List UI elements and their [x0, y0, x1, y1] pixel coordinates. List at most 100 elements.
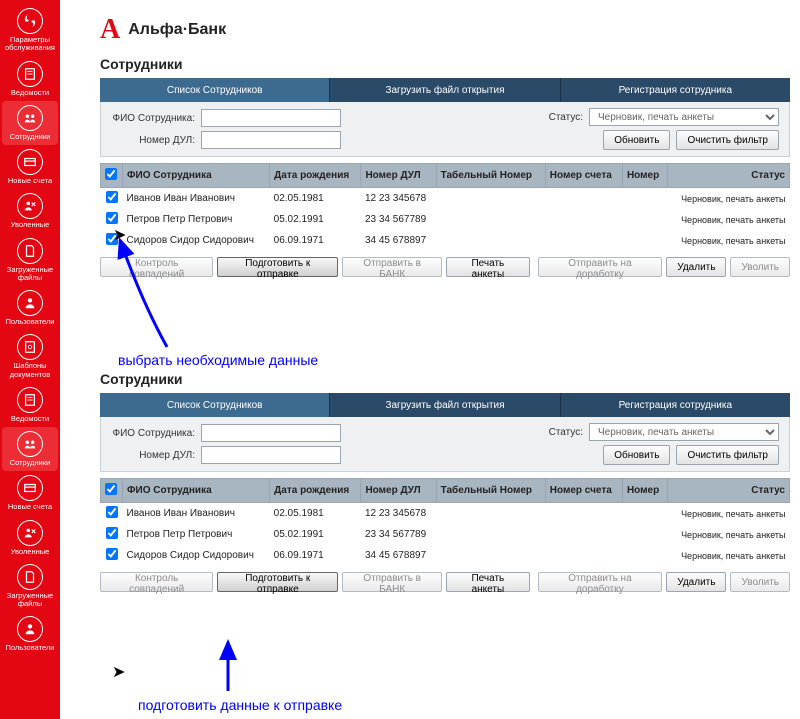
select-all-2[interactable]: [105, 483, 117, 495]
annotation-1: выбрать необходимые данные: [118, 352, 318, 368]
status-select-2[interactable]: Черновик, печать анкеты: [589, 423, 779, 441]
sidebar-item-users-2[interactable]: Пользователи: [2, 612, 58, 656]
section2-tabs: Список Сотрудников Загрузить файл открыт…: [100, 393, 790, 417]
table-row: Петров Петр Петрович05.02.199123 34 5677…: [101, 209, 790, 230]
sidebar-item-newaccounts-2[interactable]: Новые счета: [2, 471, 58, 515]
document-icon: [17, 387, 43, 413]
tab-list-1[interactable]: Список Сотрудников: [100, 78, 330, 102]
annotation-2: подготовить данные к отправке: [138, 697, 342, 713]
section1-title: Сотрудники: [100, 56, 790, 72]
refresh-button-1[interactable]: Обновить: [603, 130, 670, 150]
fio-input-2[interactable]: [201, 424, 341, 442]
fire-button-1[interactable]: Уволить: [730, 257, 790, 277]
status-label-2: Статус:: [539, 427, 589, 438]
sidebar-item-params[interactable]: Параметры обслуживания: [2, 4, 58, 57]
clear-filter-button-1[interactable]: Очистить фильтр: [676, 130, 779, 150]
template-icon: [17, 334, 43, 360]
arrow-1-icon: [112, 232, 202, 352]
person-icon: [17, 290, 43, 316]
dul-input-1[interactable]: [201, 131, 341, 149]
tab-register-2[interactable]: Регистрация сотрудника: [561, 393, 790, 417]
tab-upload-1[interactable]: Загрузить файл открытия: [330, 78, 560, 102]
control-button-2[interactable]: Контроль совпадений: [100, 572, 213, 592]
col-dul-2: Номер ДУЛ: [361, 479, 436, 503]
section2-table: ФИО Сотрудника Дата рождения Номер ДУЛ Т…: [100, 478, 790, 566]
sidebar-item-vedomosti-1[interactable]: Ведомости: [2, 57, 58, 101]
sidebar: Параметры обслуживания Ведомости Сотрудн…: [0, 0, 60, 719]
delete-button-2[interactable]: Удалить: [666, 572, 726, 592]
delete-button-1[interactable]: Удалить: [666, 257, 726, 277]
col-tabnum-2: Табельный Номер: [436, 479, 545, 503]
cursor-icon-1: ➤: [113, 225, 126, 245]
sidebar-item-vedomosti-2[interactable]: Ведомости: [2, 383, 58, 427]
tab-list-2[interactable]: Список Сотрудников: [100, 393, 330, 417]
tab-register-1[interactable]: Регистрация сотрудника: [561, 78, 790, 102]
select-all-1[interactable]: [105, 168, 117, 180]
col-num-1: Номер: [622, 164, 667, 188]
print-button-1[interactable]: Печать анкеты: [446, 257, 529, 277]
sidebar-item-sotrudniki-1[interactable]: Сотрудники: [2, 101, 58, 145]
row-checkbox[interactable]: [106, 191, 118, 203]
sidebar-item-uploadedfiles-1[interactable]: Загруженные файлы: [2, 234, 58, 287]
table-row: Иванов Иван Иванович02.05.198112 23 3456…: [101, 188, 790, 210]
refresh-button-2[interactable]: Обновить: [603, 445, 670, 465]
fire-button-2[interactable]: Уволить: [730, 572, 790, 592]
document-icon: [17, 61, 43, 87]
brand-logo: А Альфа·Банк: [100, 14, 790, 46]
tab-upload-2[interactable]: Загрузить файл открытия: [330, 393, 560, 417]
dul-label-2: Номер ДУЛ:: [111, 450, 201, 461]
section2-filter: ФИО Сотрудника: Номер ДУЛ: Статус:Чернов…: [100, 417, 790, 472]
status-select-1[interactable]: Черновик, печать анкеты: [589, 108, 779, 126]
prepare-button-2[interactable]: Подготовить к отправке: [217, 572, 338, 592]
person-icon: [17, 616, 43, 642]
prepare-button-1[interactable]: Подготовить к отправке: [217, 257, 338, 277]
section1-filter: ФИО Сотрудника: Номер ДУЛ: Статус:Чернов…: [100, 102, 790, 157]
sidebar-item-fired-1[interactable]: Уволенные: [2, 189, 58, 233]
logo-text: Альфа·Банк: [128, 21, 226, 39]
logo-letter: А: [100, 14, 120, 46]
fio-label-2: ФИО Сотрудника:: [111, 428, 201, 439]
card-icon: [17, 149, 43, 175]
fio-input-1[interactable]: [201, 109, 341, 127]
col-fio-2: ФИО Сотрудника: [123, 479, 270, 503]
sidebar-item-fired-2[interactable]: Уволенные: [2, 516, 58, 560]
section1-actions: Контроль совпадений Подготовить к отправ…: [100, 257, 790, 277]
card-icon: [17, 475, 43, 501]
rework-button-2[interactable]: Отправить на доработку: [538, 572, 663, 592]
send-button-1[interactable]: Отправить в БАНК: [342, 257, 442, 277]
arrow-2-icon: [210, 636, 250, 696]
row-checkbox[interactable]: [106, 212, 118, 224]
sidebar-item-newaccounts-1[interactable]: Новые счета: [2, 145, 58, 189]
col-dul-1: Номер ДУЛ: [361, 164, 436, 188]
sidebar-item-users-1[interactable]: Пользователи: [2, 286, 58, 330]
tools-icon: [17, 8, 43, 34]
sidebar-item-uploadedfiles-2[interactable]: Загруженные файлы: [2, 560, 58, 613]
file-icon: [17, 238, 43, 264]
dul-input-2[interactable]: [201, 446, 341, 464]
person-x-icon: [17, 193, 43, 219]
sidebar-item-templates[interactable]: Шаблоны документов: [2, 330, 58, 383]
dul-label-1: Номер ДУЛ:: [111, 135, 201, 146]
print-button-2[interactable]: Печать анкеты: [446, 572, 529, 592]
col-fio-1: ФИО Сотрудника: [123, 164, 270, 188]
rework-button-1[interactable]: Отправить на доработку: [538, 257, 663, 277]
section1-table: ФИО Сотрудника Дата рождения Номер ДУЛ Т…: [100, 163, 790, 251]
table-row: Иванов Иван Иванович02.05.198112 23 3456…: [101, 503, 790, 525]
row-checkbox[interactable]: [106, 506, 118, 518]
status-label-1: Статус:: [539, 112, 589, 123]
col-tabnum-1: Табельный Номер: [436, 164, 545, 188]
fio-label-1: ФИО Сотрудника:: [111, 113, 201, 124]
people-icon: [17, 105, 43, 131]
sidebar-item-sotrudniki-2[interactable]: Сотрудники: [2, 427, 58, 471]
send-button-2[interactable]: Отправить в БАНК: [342, 572, 442, 592]
col-dob-2: Дата рождения: [270, 479, 361, 503]
col-dob-1: Дата рождения: [270, 164, 361, 188]
col-status-1: Статус: [667, 164, 789, 188]
row-checkbox[interactable]: [106, 548, 118, 560]
row-checkbox[interactable]: [106, 527, 118, 539]
file-icon: [17, 564, 43, 590]
table-row: Петров Петр Петрович05.02.199123 34 5677…: [101, 524, 790, 545]
col-status-2: Статус: [667, 479, 789, 503]
clear-filter-button-2[interactable]: Очистить фильтр: [676, 445, 779, 465]
col-accnum-2: Номер счета: [545, 479, 622, 503]
